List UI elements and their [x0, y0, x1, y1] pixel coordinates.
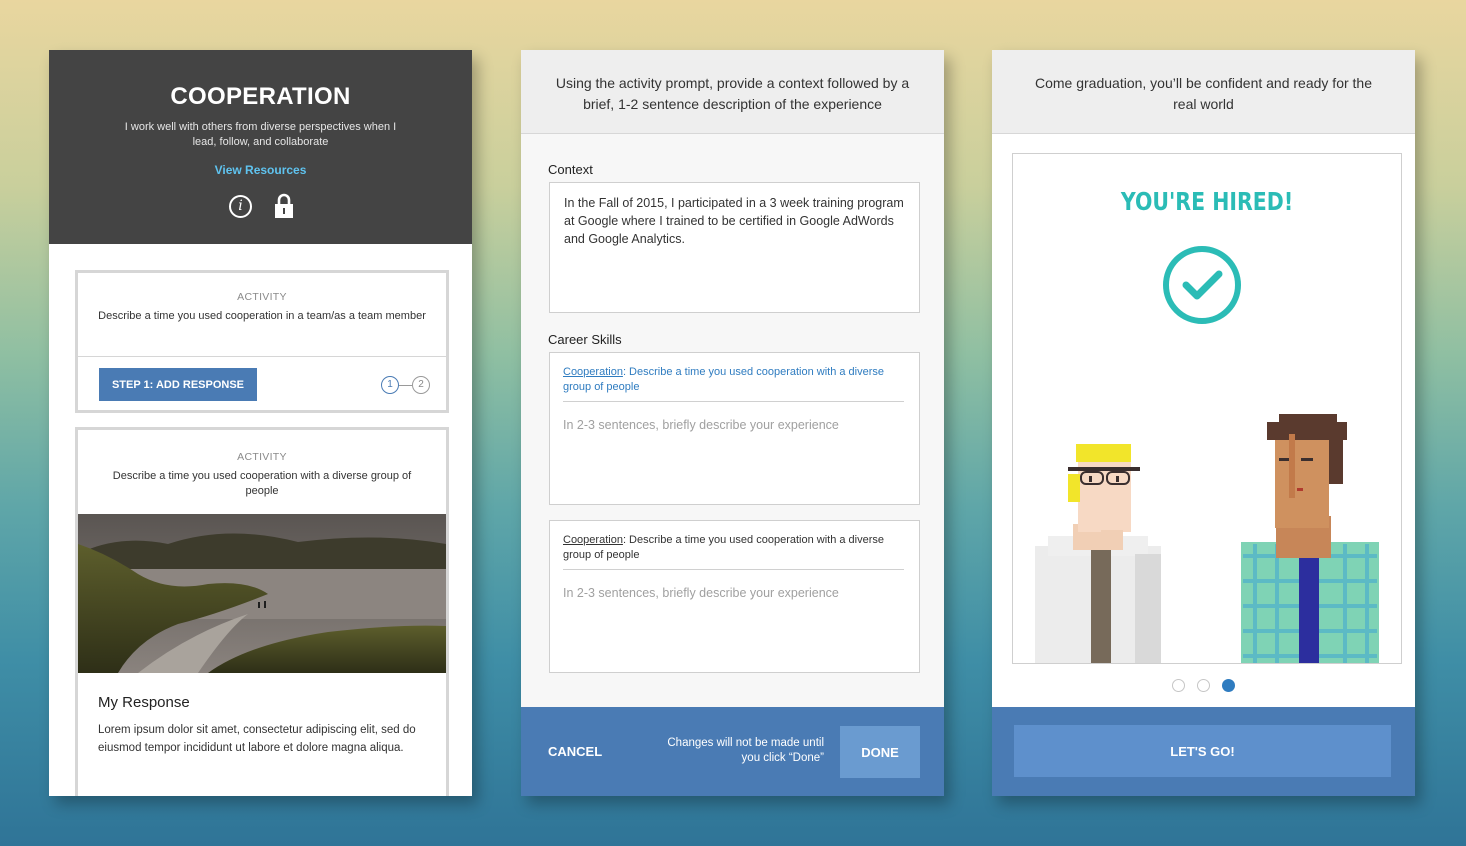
cancel-button[interactable]: CANCEL	[548, 744, 602, 759]
step-1-indicator: 1	[381, 376, 399, 394]
info-icon[interactable]: i	[229, 195, 252, 218]
page-dot[interactable]	[1172, 679, 1185, 692]
activity-card: ACTIVITY Describe a time you used cooper…	[75, 270, 449, 413]
done-button[interactable]: DONE	[840, 726, 920, 778]
competency-title: COOPERATION	[170, 83, 351, 110]
activity-label: ACTIVITY	[237, 291, 287, 303]
hired-illustration-card: YOU'RE HIRED!	[1012, 153, 1402, 664]
onboarding-screen: Come graduation, you’ll be confident and…	[992, 50, 1415, 796]
page-dot[interactable]	[1197, 679, 1210, 692]
prompt-header: Using the activity prompt, provide a con…	[521, 50, 944, 134]
step-2-indicator: 2	[412, 376, 430, 394]
check-circle-icon	[1163, 246, 1241, 324]
activity-text: Describe a time you used cooperation wit…	[112, 470, 412, 497]
people-illustration	[1035, 414, 1379, 663]
onboarding-footer: LET'S GO!	[992, 707, 1415, 796]
context-label: Context	[548, 162, 593, 177]
career-skill-entry[interactable]: Cooperation: Describe a time you used co…	[549, 352, 920, 505]
context-textarea[interactable]: In the Fall of 2015, I participated in a…	[549, 182, 920, 313]
activity-label: ACTIVITY	[237, 451, 287, 463]
competency-description: I work well with others from diverse per…	[124, 121, 397, 148]
competency-header: COOPERATION I work well with others from…	[49, 50, 472, 244]
form-footer: CANCEL Changes will not be made until yo…	[521, 707, 944, 796]
skill-name-link[interactable]: Cooperation	[563, 366, 623, 378]
career-skills-label: Career Skills	[548, 332, 622, 347]
skill-name-link[interactable]: Cooperation	[563, 534, 623, 546]
competency-screen: COOPERATION I work well with others from…	[49, 50, 472, 796]
career-skill-entry[interactable]: Cooperation: Describe a time you used co…	[549, 520, 920, 673]
skill-divider	[563, 401, 904, 402]
activity-text: Describe a time you used cooperation in …	[98, 310, 426, 322]
header-icons: i	[49, 193, 472, 219]
context-value: In the Fall of 2015, I participated in a…	[564, 196, 904, 246]
step-indicator: 1 2	[381, 375, 433, 395]
activity-response-card[interactable]: ACTIVITY Describe a time you used cooper…	[75, 427, 449, 796]
person-right-figure	[1241, 414, 1379, 663]
page-indicator	[1172, 679, 1235, 693]
my-response-text: Lorem ipsum dolor sit amet, consectetur …	[98, 724, 416, 754]
onboarding-header: Come graduation, you’ll be confident and…	[992, 50, 1415, 134]
view-resources-link[interactable]: View Resources	[49, 163, 472, 177]
activity-prompt: Using the activity prompt, provide a con…	[555, 75, 910, 112]
skill-response-placeholder[interactable]: In 2-3 sentences, briefly describe your …	[563, 586, 839, 600]
card-divider	[78, 356, 446, 357]
person-left-figure	[1035, 444, 1161, 663]
unsaved-changes-note: Changes will not be made until you click…	[667, 737, 824, 764]
skill-divider	[563, 569, 904, 570]
page-dot-active[interactable]	[1222, 679, 1235, 692]
lets-go-button[interactable]: LET'S GO!	[1014, 725, 1391, 777]
step-connector	[399, 385, 412, 386]
skill-response-placeholder[interactable]: In 2-3 sentences, briefly describe your …	[563, 418, 839, 432]
skill-prompt: Cooperation: Describe a time you used co…	[563, 365, 903, 395]
landscape-image	[78, 514, 446, 673]
add-response-screen: Using the activity prompt, provide a con…	[521, 50, 944, 796]
skill-prompt: Cooperation: Describe a time you used co…	[563, 533, 903, 563]
lock-icon[interactable]	[274, 193, 294, 219]
hired-title: YOU'RE HIRED!	[1120, 187, 1294, 216]
add-response-button[interactable]: STEP 1: ADD RESPONSE	[99, 368, 257, 401]
my-response-heading: My Response	[98, 694, 190, 711]
onboarding-message: Come graduation, you’ll be confident and…	[1035, 75, 1372, 112]
